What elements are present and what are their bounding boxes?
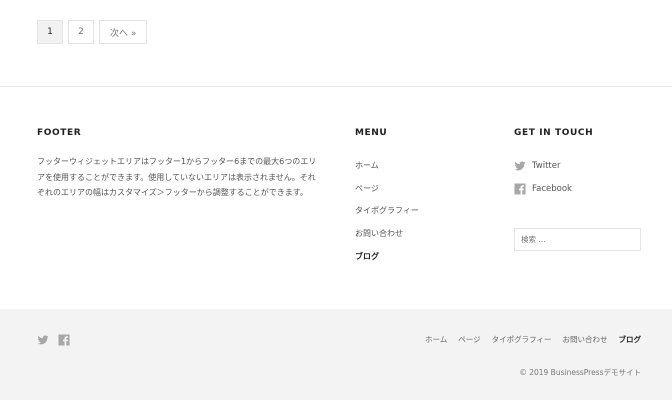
footer-menu-item-home[interactable]: ホーム (355, 154, 419, 177)
footer-widget-text: フッターウィジェットエリアはフッター1からフッター6までの最大6つのエリアを使用… (37, 157, 317, 197)
facebook-label: Facebook (532, 183, 572, 194)
menu-widget-title: MENU (355, 128, 388, 138)
copyright-text: © 2019 BusinessPressデモサイト (519, 368, 641, 377)
social-links: Twitter Facebook (514, 154, 572, 200)
next-page-button[interactable]: 次へ » (99, 20, 148, 44)
bottom-nav: ホーム ページ タイポグラフィー お問い合わせ ブログ (425, 334, 641, 345)
bottom-nav-item-home[interactable]: ホーム (425, 334, 447, 345)
search-input[interactable] (514, 228, 641, 251)
twitter-link[interactable]: Twitter (514, 154, 572, 177)
twitter-icon[interactable] (37, 334, 49, 346)
footer-menu-item-contact[interactable]: お問い合わせ (355, 222, 419, 245)
bottom-nav-item-blog[interactable]: ブログ (619, 334, 642, 345)
footer-widget-title: FOOTER (37, 128, 82, 138)
bottom-nav-item-page[interactable]: ページ (458, 334, 480, 345)
twitter-icon (514, 161, 526, 170)
twitter-label: Twitter (532, 160, 561, 171)
facebook-link[interactable]: Facebook (514, 177, 572, 200)
pagination: 1 2 次へ » (37, 20, 148, 44)
contact-widget-title: GET IN TOUCH (514, 128, 594, 138)
bottom-bar: ホーム ページ タイポグラフィー お問い合わせ ブログ © 2019 Busin… (0, 309, 672, 400)
bottom-social-icons (37, 334, 70, 346)
footer-menu-item-page[interactable]: ページ (355, 177, 419, 200)
facebook-icon[interactable] (58, 334, 70, 346)
bottom-nav-item-typography[interactable]: タイポグラフィー (492, 334, 552, 345)
page-1-button[interactable]: 1 (37, 20, 63, 44)
footer-menu: ホーム ページ タイポグラフィー お問い合わせ ブログ (355, 154, 419, 268)
section-divider (0, 86, 672, 87)
page-2-button[interactable]: 2 (68, 20, 94, 44)
facebook-icon (514, 183, 526, 194)
footer-menu-item-blog[interactable]: ブログ (355, 245, 419, 268)
bottom-nav-item-contact[interactable]: お問い合わせ (563, 334, 608, 345)
footer-menu-item-typography[interactable]: タイポグラフィー (355, 200, 419, 223)
